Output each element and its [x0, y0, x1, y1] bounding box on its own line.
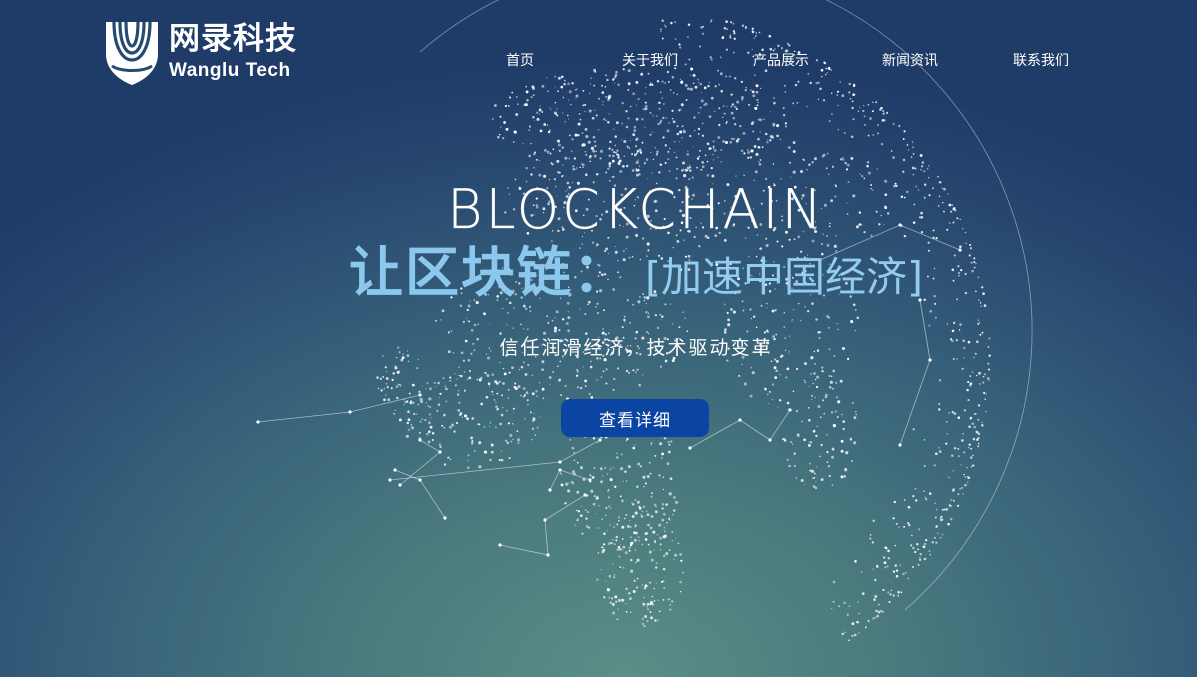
view-details-button[interactable]: 查看详细 [561, 399, 709, 437]
hero-title-light: [加速中国经济] [645, 253, 923, 301]
hero-heading-en: BLOCKCHAIN [447, 178, 825, 241]
hero-title: 让区块链： [加速中国经济] [349, 246, 923, 300]
nav-item-products[interactable]: 产品展示 [753, 50, 809, 70]
nav-item-contact[interactable]: 联系我们 [1013, 50, 1069, 70]
main-nav: 首页 关于我们 产品展示 新闻资讯 联系我们 [0, 50, 1197, 70]
hero-subtitle: 信任润滑经济，技术驱动变革 [499, 337, 773, 359]
nav-item-home[interactable]: 首页 [506, 50, 534, 70]
hero-title-bold: 让区块链： [349, 241, 629, 304]
nav-item-about[interactable]: 关于我们 [622, 50, 678, 70]
nav-item-news[interactable]: 新闻资讯 [882, 50, 938, 70]
